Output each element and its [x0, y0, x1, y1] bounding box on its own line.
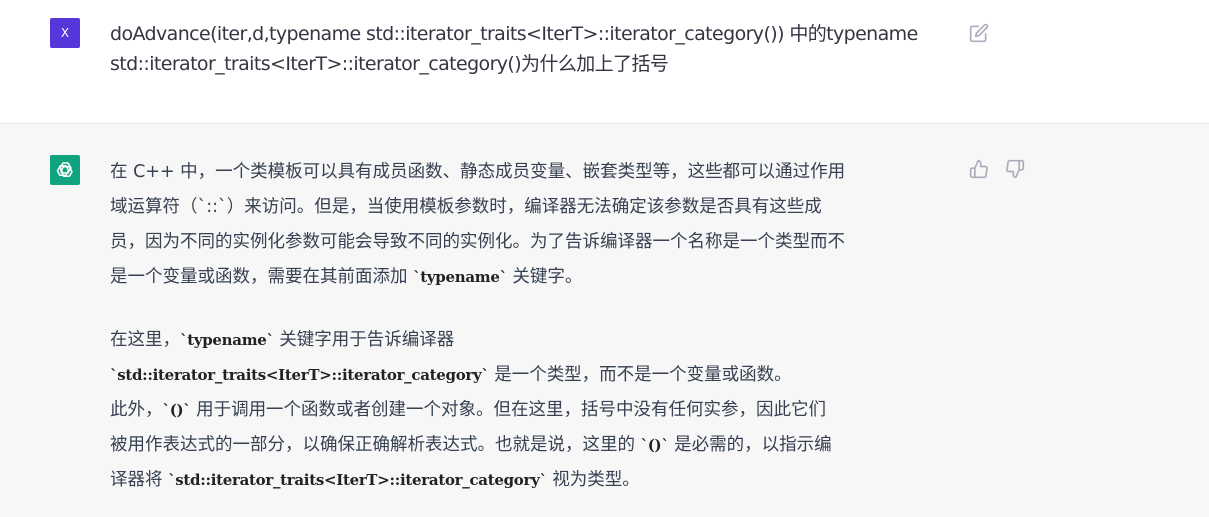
answer-line: 是一个变量或函数，需要在其前面添加 `typename` 关键字。	[110, 262, 960, 297]
answer-line: 域运算符（`::`）来访问。但是，当使用模板参数时，编译器无法确定该参数是否具有…	[110, 197, 822, 217]
user-message-row: X doAdvance(iter,d,typename std::iterato…	[0, 0, 1209, 124]
inline-code: `()`	[162, 401, 191, 419]
assistant-avatar	[50, 155, 80, 185]
answer-text: 此外，	[110, 400, 163, 420]
assistant-message-text: 在 C++ 中，一个类模板可以具有成员函数、静态成员变量、嵌套类型等，这些都可以…	[110, 157, 960, 498]
answer-paragraph: 在这里，`typename` 关键字用于告诉编译器 `std::iterator…	[110, 323, 960, 498]
answer-text: 是必需的，以指示编	[668, 435, 832, 455]
inline-code: `typename`	[413, 268, 507, 286]
user-avatar: X	[50, 18, 80, 48]
user-message-text: doAdvance(iter,d,typename std::iterator_…	[110, 19, 960, 79]
answer-text: 关键字。	[506, 267, 583, 287]
answer-text: 被用作表达式的一部分，以确保正确解析表达式。也就是说，这里的	[110, 435, 641, 455]
inline-code: `std::iterator_traits<IterT>::iterator_c…	[110, 366, 489, 384]
inline-code: `typename`	[180, 331, 274, 349]
answer-line: 在 C++ 中，一个类模板可以具有成员函数、静态成员变量、嵌套类型等，这些都可以…	[110, 162, 846, 182]
thumb-up-icon[interactable]	[969, 159, 989, 179]
thumb-down-icon[interactable]	[1005, 159, 1025, 179]
answer-text: 译器将	[110, 470, 169, 490]
answer-paragraph: 在 C++ 中，一个类模板可以具有成员函数、静态成员变量、嵌套类型等，这些都可以…	[110, 157, 960, 297]
answer-text: 关键字用于告诉编译器	[273, 330, 455, 350]
answer-text: 用于调用一个函数或者创建一个对象。但在这里，括号中没有任何实参，因此它们	[190, 400, 827, 420]
assistant-message-row: 在 C++ 中，一个类模板可以具有成员函数、静态成员变量、嵌套类型等，这些都可以…	[0, 124, 1209, 517]
openai-logo-icon	[56, 162, 73, 177]
inline-code: `std::iterator_traits<IterT>::iterator_c…	[168, 471, 547, 489]
answer-line: 在这里，`typename` 关键字用于告诉编译器	[110, 323, 960, 358]
answer-line: 被用作表达式的一部分，以确保正确解析表达式。也就是说，这里的 `()` 是必需的…	[110, 428, 960, 463]
answer-text: 在这里，	[110, 330, 180, 350]
user-message-line: std::iterator_traits<IterT>::iterator_ca…	[110, 53, 669, 75]
answer-line: 此外，`()` 用于调用一个函数或者创建一个对象。但在这里，括号中没有任何实参，…	[110, 393, 960, 428]
answer-text: 是一个变量或函数，需要在其前面添加	[110, 267, 414, 287]
edit-icon[interactable]	[969, 23, 989, 43]
answer-line: 译器将 `std::iterator_traits<IterT>::iterat…	[110, 463, 960, 498]
answer-line: `std::iterator_traits<IterT>::iterator_c…	[110, 358, 960, 393]
answer-text: 是一个类型，而不是一个变量或函数。	[488, 365, 792, 385]
user-message-line: doAdvance(iter,d,typename std::iterator_…	[110, 23, 918, 45]
answer-line: 员，因为不同的实例化参数可能会导致不同的实例化。为了告诉编译器一个名称是一个类型…	[110, 232, 845, 252]
inline-code: `()`	[640, 436, 669, 454]
answer-text: 视为类型。	[546, 470, 640, 490]
